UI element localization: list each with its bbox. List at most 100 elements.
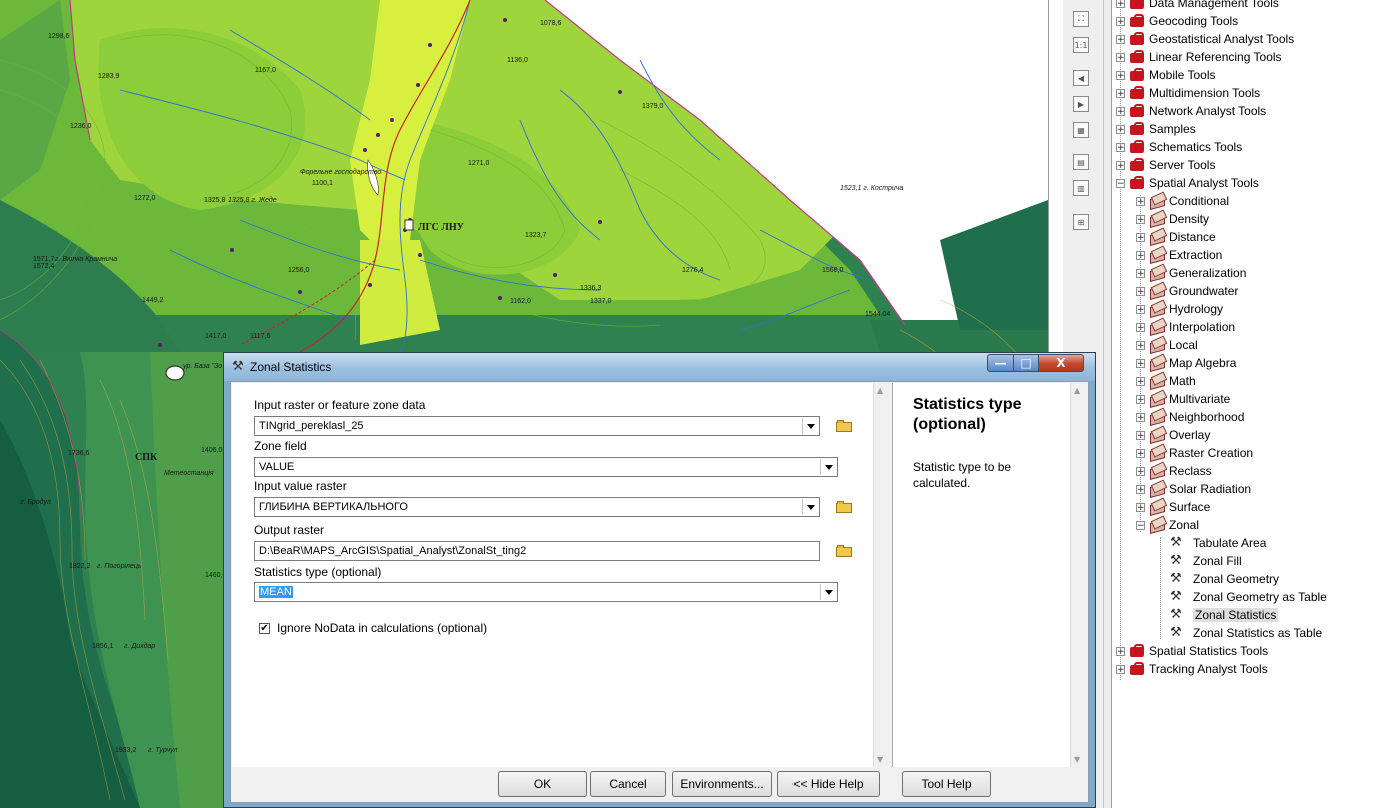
tree-item-spatial-statistics-tools[interactable]: + Spatial Statistics Tools [1116,642,1268,660]
expand-icon[interactable]: + [1116,142,1125,152]
expand-icon[interactable]: + [1136,322,1145,332]
expand-icon[interactable]: + [1136,484,1145,494]
expand-icon[interactable]: + [1136,286,1145,296]
scale-icon[interactable]: ▦ [1071,120,1091,140]
expand-icon[interactable]: + [1136,430,1145,440]
tree-item-zonal-geometry[interactable]: ⚒ Zonal Geometry [1170,570,1279,588]
chevron-down-icon[interactable] [820,459,836,475]
expand-icon[interactable]: + [1116,70,1125,80]
expand-icon[interactable]: + [1136,268,1145,278]
tree-item-neighborhood[interactable]: + Neighborhood [1136,408,1244,426]
tree-item-conditional[interactable]: + Conditional [1136,192,1229,210]
tree-item-server-tools[interactable]: + Server Tools [1116,156,1215,174]
tree-item-zonal-statistics-as-table[interactable]: ⚒ Zonal Statistics as Table [1170,624,1322,642]
tree-item-local[interactable]: + Local [1136,336,1198,354]
page-icon[interactable]: ▤ [1071,152,1091,172]
output-raster-input[interactable]: D:\BeaR\MAPS_ArcGIS\Spatial_Analyst\Zona… [254,541,820,561]
tree-item-multivariate[interactable]: + Multivariate [1136,390,1230,408]
previous-extent-icon[interactable]: ◀ [1071,68,1091,88]
expand-icon[interactable]: + [1136,340,1145,350]
tree-item-map-algebra[interactable]: + Map Algebra [1136,354,1236,372]
expand-icon[interactable]: + [1136,214,1145,224]
chevron-down-icon[interactable] [802,499,818,515]
scroll-up-icon[interactable]: ▲ [1074,386,1080,395]
tree-item-zonal-fill[interactable]: ⚒ Zonal Fill [1170,552,1242,570]
help-scrollbar[interactable]: ▲ ▼ [1070,383,1087,767]
chevron-down-icon[interactable] [820,584,836,600]
browse-value-raster-button[interactable] [832,496,856,518]
ok-button[interactable]: OK [498,771,587,797]
expand-icon[interactable]: + [1136,304,1145,314]
expand-icon[interactable]: + [1136,394,1145,404]
tree-item-multidimension-tools[interactable]: + Multidimension Tools [1116,84,1260,102]
collapse-icon[interactable]: − [1116,178,1125,188]
tool-help-button[interactable]: Tool Help [902,771,991,797]
tree-item-reclass[interactable]: + Reclass [1136,462,1212,480]
tree-item-interpolation[interactable]: + Interpolation [1136,318,1235,336]
chevron-down-icon[interactable] [802,418,818,434]
scroll-down-icon[interactable]: ▼ [1074,755,1080,764]
page-width-icon[interactable]: ▥ [1071,178,1091,198]
expand-icon[interactable]: + [1136,502,1145,512]
tree-item-zonal[interactable]: − Zonal [1136,516,1199,534]
minimize-button[interactable]: — [987,354,1014,372]
tree-item-overlay[interactable]: + Overlay [1136,426,1210,444]
tree-item-density[interactable]: + Density [1136,210,1209,228]
environments-button[interactable]: Environments... [672,771,772,797]
tree-item-zonal-geometry-as-table[interactable]: ⚒ Zonal Geometry as Table [1170,588,1327,606]
ignore-nodata-checkbox[interactable]: ✔ [259,623,270,634]
tree-item-spatial-analyst-tools[interactable]: − Spatial Analyst Tools [1116,174,1259,192]
full-extent-icon[interactable]: ⛶ [1071,9,1091,29]
expand-icon[interactable]: + [1116,52,1125,62]
dialog-titlebar[interactable]: ⚒ Zonal Statistics — □ X [224,353,1095,381]
expand-icon[interactable]: + [1136,358,1145,368]
tree-item-samples[interactable]: + Samples [1116,120,1196,138]
expand-icon[interactable]: + [1116,16,1125,26]
browse-zone-button[interactable] [832,415,856,437]
fixed-zoom-icon[interactable]: 1:1 [1071,35,1091,55]
expand-icon[interactable]: + [1116,124,1125,134]
expand-icon[interactable]: + [1136,376,1145,386]
tree-item-tracking-analyst-tools[interactable]: + Tracking Analyst Tools [1116,660,1268,678]
arctoolbox-tree[interactable]: + Data Management Tools + Geocoding Tools + G… [1112,0,1389,808]
tree-item-tabulate-area[interactable]: ⚒ Tabulate Area [1170,534,1266,552]
tree-item-hydrology[interactable]: + Hydrology [1136,300,1223,318]
expand-icon[interactable]: + [1136,448,1145,458]
stat-type-dropdown[interactable]: MEAN [254,582,838,602]
expand-icon[interactable]: + [1116,34,1125,44]
browse-output-button[interactable] [832,540,856,562]
expand-icon[interactable]: + [1136,232,1145,242]
scroll-up-icon[interactable]: ▲ [877,386,883,395]
tree-item-zonal-statistics[interactable]: ⚒ Zonal Statistics [1170,606,1279,624]
value-raster-dropdown[interactable]: ГЛИБИНА ВЕРТИКАЛЬНОГО [254,497,820,517]
tree-item-mobile-tools[interactable]: + Mobile Tools [1116,66,1215,84]
tree-item-extraction[interactable]: + Extraction [1136,246,1222,264]
next-extent-icon[interactable]: ▶ [1071,94,1091,114]
tree-item-distance[interactable]: + Distance [1136,228,1216,246]
tree-item-generalization[interactable]: + Generalization [1136,264,1246,282]
tree-item-geostatistical-analyst-tools[interactable]: + Geostatistical Analyst Tools [1116,30,1294,48]
parameters-scrollbar[interactable]: ▲ ▼ [873,383,890,767]
tree-item-math[interactable]: + Math [1136,372,1196,390]
zone-field-dropdown[interactable]: VALUE [254,457,838,477]
tree-item-surface[interactable]: + Surface [1136,498,1210,516]
close-button[interactable]: X [1038,354,1084,372]
tree-item-network-analyst-tools[interactable]: + Network Analyst Tools [1116,102,1266,120]
expand-icon[interactable]: + [1116,0,1125,8]
tree-item-schematics-tools[interactable]: + Schematics Tools [1116,138,1242,156]
cancel-button[interactable]: Cancel [590,771,666,797]
expand-icon[interactable]: + [1136,250,1145,260]
tree-item-groundwater[interactable]: + Groundwater [1136,282,1238,300]
tree-item-solar-radiation[interactable]: + Solar Radiation [1136,480,1251,498]
layout-toggle-icon[interactable]: ⊞ [1071,212,1091,232]
expand-icon[interactable]: + [1116,664,1125,674]
tree-item-data-management-tools[interactable]: + Data Management Tools [1116,0,1279,12]
expand-icon[interactable]: + [1116,88,1125,98]
expand-icon[interactable]: + [1136,466,1145,476]
expand-icon[interactable]: + [1116,646,1125,656]
input-zone-dropdown[interactable]: TINgrid_pereklasl_25 [254,416,820,436]
tree-item-geocoding-tools[interactable]: + Geocoding Tools [1116,12,1238,30]
scroll-down-icon[interactable]: ▼ [877,755,883,764]
expand-icon[interactable]: + [1116,106,1125,116]
collapse-icon[interactable]: − [1136,520,1145,530]
